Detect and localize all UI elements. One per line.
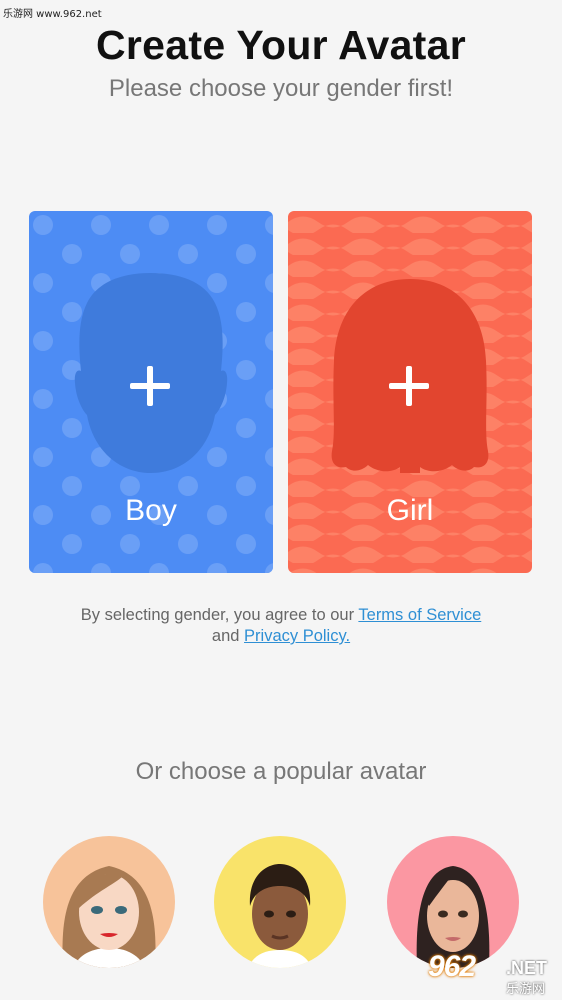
terms-middle: and (211, 627, 240, 645)
watermark-logo-net: .NET (506, 958, 548, 978)
girl-gender-card[interactable]: Girl (288, 211, 532, 573)
page-title: Create Your Avatar (96, 22, 466, 68)
privacy-policy-link[interactable]: Privacy Policy. (244, 627, 350, 645)
terms-of-service-link[interactable]: Terms of Service (358, 606, 481, 624)
plus-icon (130, 366, 170, 406)
terms-prefix: By selecting gender, you agree to our (80, 606, 355, 624)
plus-icon (389, 366, 429, 406)
boy-gender-card[interactable]: Boy (29, 211, 273, 573)
dark-hair-woman-avatar-image (387, 836, 519, 968)
watermark-logo-main: 962 (428, 950, 476, 983)
page-subtitle: Please choose your gender first! (108, 75, 454, 102)
watermark-logo: 962 .NET 乐游网 (424, 950, 562, 998)
dark-hair-woman-avatar[interactable] (387, 836, 519, 968)
watermark-text: 乐游网 www.962.net (3, 9, 102, 20)
terms-notice: By selecting gender, you agree to our Te… (0, 605, 562, 647)
popular-avatar-heading: Or choose a popular avatar (135, 758, 427, 785)
blonde-woman-avatar-image (43, 836, 175, 968)
boy-label: Boy (125, 494, 177, 527)
curly-hair-man-avatar[interactable] (214, 836, 346, 968)
create-avatar-screen: 乐游网 www.962.net Create Your Avatar Pleas… (0, 0, 562, 1000)
blonde-woman-avatar[interactable] (43, 836, 175, 968)
curly-hair-man-avatar-image (214, 836, 346, 968)
girl-label: Girl (386, 494, 434, 527)
watermark-logo-cn: 乐游网 (506, 981, 546, 996)
